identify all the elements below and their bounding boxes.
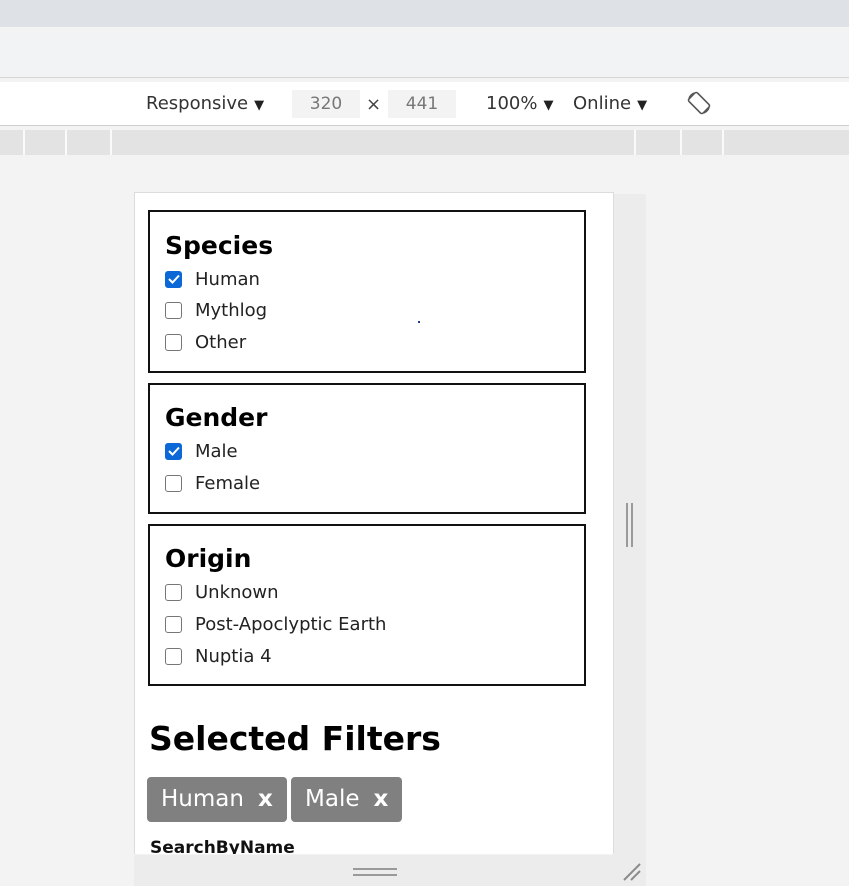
network-select-label: Online [573,93,632,114]
post-apoclyptic-earth-label: Post-Apoclyptic Earth [195,613,387,635]
gender-option-female[interactable]: Female [165,472,260,494]
ruler-segment[interactable] [25,130,67,155]
unknown-checkbox[interactable] [165,583,182,601]
remove-male-icon[interactable]: x [373,786,388,812]
zoom-select-label: 100% [486,93,538,114]
species-option-human[interactable]: Human [165,268,260,290]
male-label: Male [195,440,238,462]
origin-title: Origin [165,544,252,573]
other-checkbox[interactable] [165,333,182,351]
chip-male-label: Male [305,786,360,812]
nuptia-4-checkbox[interactable] [165,647,182,665]
height-input[interactable] [388,90,456,118]
male-checkbox[interactable] [165,442,182,460]
other-label: Other [195,331,247,353]
ruler-segment[interactable] [112,130,636,155]
vertical-resize-handle[interactable] [626,503,634,547]
caret-down-icon: ▼ [254,98,265,113]
gender-option-male[interactable]: Male [165,440,238,462]
species-filter-group: Species Human Mythlog Other [148,210,586,373]
origin-option-post-apoclyptic-earth[interactable]: Post-Apoclyptic Earth [165,613,386,635]
mythlog-checkbox[interactable] [165,301,182,319]
gender-filter-group: Gender Male Female [148,383,586,514]
origin-filter-group: Origin Unknown Post-Apoclyptic Earth Nup… [148,524,586,686]
device-select[interactable]: Responsive ▼ [146,82,264,125]
network-select[interactable]: Online ▼ [573,82,647,125]
ruler-segment[interactable] [682,130,724,155]
female-label: Female [195,472,261,494]
width-input[interactable] [292,90,360,118]
chip-human-label: Human [161,786,244,812]
ruler-segment[interactable] [636,130,682,155]
gender-title: Gender [165,403,268,432]
caret-down-icon: ▼ [637,98,648,113]
zoom-select[interactable]: 100% ▼ [486,82,553,125]
horizontal-resize-handle[interactable] [353,866,397,878]
human-checkbox[interactable] [165,270,182,288]
corner-resize-grip-icon[interactable] [620,860,642,882]
remove-human-icon[interactable]: x [258,786,273,812]
nuptia-4-label: Nuptia 4 [195,645,272,667]
device-select-label: Responsive [146,93,249,114]
mythlog-label: Mythlog [195,299,268,321]
origin-option-nuptia-4[interactable]: Nuptia 4 [165,645,272,667]
female-checkbox[interactable] [165,474,182,492]
device-toolbar: Responsive ▼ × 100% ▼ Online ▼ [0,82,849,126]
species-option-other[interactable]: Other [165,331,246,353]
selected-filters-heading: Selected Filters [149,719,441,758]
species-title: Species [165,231,274,260]
post-apoclyptic-earth-checkbox[interactable] [165,615,182,633]
dimension-separator: × [366,94,382,115]
chip-male[interactable]: Male x [291,777,403,822]
emulated-viewport: Species Human Mythlog Other Gender Male … [134,192,614,854]
ruler-segment[interactable] [67,130,112,155]
species-option-mythlog[interactable]: Mythlog [165,299,267,321]
chip-human[interactable]: Human x [147,777,287,822]
origin-option-unknown[interactable]: Unknown [165,581,279,603]
unknown-label: Unknown [195,581,279,603]
browser-tab-strip [0,0,849,27]
stray-dot [418,321,420,323]
search-by-name-label: SearchByName [150,838,295,854]
human-label: Human [195,268,260,290]
caret-down-icon: ▼ [543,98,554,113]
ruler-segment[interactable] [0,130,25,155]
rotate-icon[interactable] [686,90,712,116]
media-query-ruler [0,130,849,155]
browser-address-strip [0,33,849,78]
